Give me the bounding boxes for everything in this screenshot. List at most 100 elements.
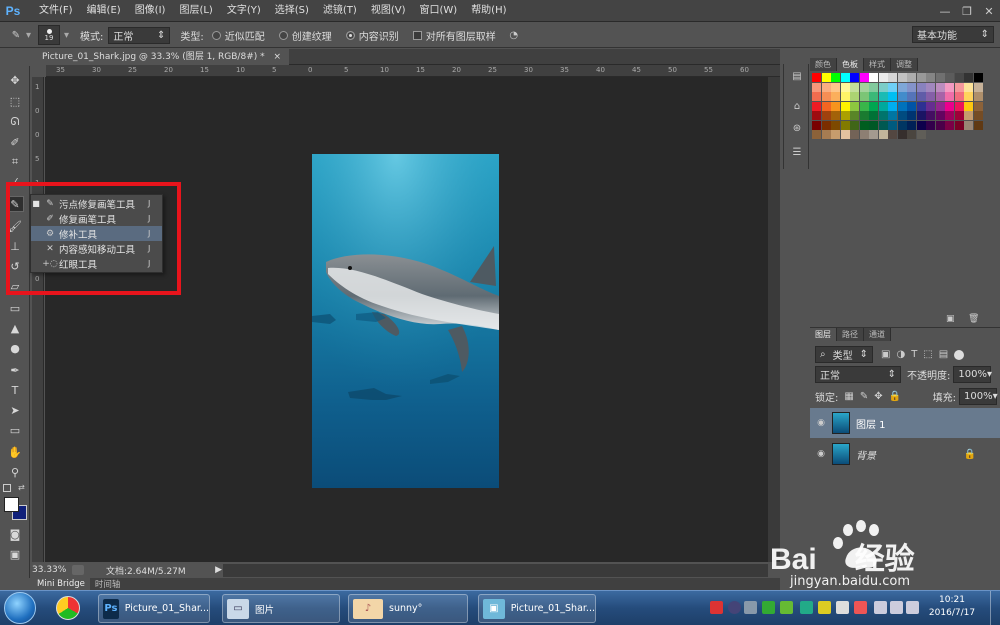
lasso-tool-icon[interactable]: ᘏ [6, 114, 24, 130]
color-swatch[interactable] [964, 92, 973, 101]
color-swatch[interactable] [878, 101, 888, 111]
color-swatch[interactable] [869, 92, 878, 101]
shape-tool-icon[interactable]: ▭ [6, 422, 24, 438]
color-swatch[interactable] [821, 73, 831, 82]
color-swatch[interactable] [850, 111, 859, 120]
color-swatch[interactable] [812, 92, 821, 101]
color-swatch[interactable] [973, 101, 983, 111]
menu-help[interactable]: 帮助(H) [464, 0, 513, 22]
radio-proximity-match[interactable] [211, 30, 221, 40]
delete-swatch-icon[interactable]: 🗑 [968, 314, 979, 324]
menu-filter[interactable]: 滤镜(T) [316, 0, 364, 22]
workspace-select[interactable]: 基本功能 ⇕ [912, 26, 994, 43]
lock-image-icon[interactable]: ✎ [860, 391, 868, 402]
zoom-level[interactable]: 33.33% [32, 565, 72, 575]
color-swatch[interactable] [945, 73, 954, 82]
dodge-tool-icon[interactable]: ● [6, 340, 24, 356]
color-swatch[interactable] [926, 73, 935, 82]
lock-transparent-icon[interactable]: ▦ [844, 391, 853, 402]
color-swatch[interactable] [888, 120, 897, 130]
quick-select-tool-icon[interactable]: ✐ [6, 134, 24, 150]
ps-logo[interactable]: Ps [0, 0, 26, 22]
color-swatch[interactable] [954, 92, 964, 101]
color-swatch[interactable] [840, 82, 850, 92]
color-swatch[interactable] [926, 101, 935, 111]
color-swatch[interactable] [916, 120, 926, 130]
layer-row-background[interactable]: ◉ 背景 🔒 [810, 439, 1000, 469]
task-folder[interactable]: ▭ 图片 [222, 594, 340, 623]
brush-panel-icon[interactable]: ⌂ [788, 98, 806, 114]
close-icon[interactable]: ✕ [978, 0, 1000, 22]
color-swatch[interactable] [831, 111, 840, 120]
color-swatch[interactable] [907, 130, 916, 139]
color-swatch[interactable] [869, 101, 878, 111]
color-swatch[interactable] [831, 101, 840, 111]
color-swatch[interactable] [973, 73, 983, 82]
filter-shape-icon[interactable]: ⬚ [923, 349, 932, 360]
tool-preset-icon[interactable]: ✎ [6, 26, 26, 44]
color-swatch[interactable] [954, 111, 964, 120]
filter-type-icon[interactable]: T [911, 349, 917, 360]
task-image-viewer[interactable]: ▣ Picture_01_Shar... [478, 594, 596, 623]
menu-edit[interactable]: 编辑(E) [80, 0, 128, 22]
radio-create-texture[interactable] [278, 30, 288, 40]
color-swatch[interactable] [964, 120, 973, 130]
color-swatch[interactable] [935, 82, 945, 92]
color-swatch[interactable] [812, 111, 821, 120]
move-tool-icon[interactable]: ✥ [6, 72, 24, 88]
color-swatch[interactable] [850, 130, 859, 139]
visibility-eye-icon[interactable]: ◉ [810, 449, 832, 459]
color-swatch[interactable] [897, 111, 907, 120]
filter-adjustment-icon[interactable]: ◑ [896, 349, 905, 360]
color-swatch[interactable] [888, 82, 897, 92]
color-swatch[interactable] [821, 92, 831, 101]
color-swatch[interactable] [812, 82, 821, 92]
color-swatch[interactable] [897, 101, 907, 111]
vertical-scrollbar[interactable] [768, 77, 780, 562]
color-swatch[interactable] [821, 111, 831, 120]
color-swatch[interactable] [859, 111, 869, 120]
tray-sogou-icon[interactable] [710, 601, 723, 614]
color-swatch[interactable] [907, 73, 916, 82]
color-swatch[interactable] [916, 101, 926, 111]
menu-image[interactable]: 图像(I) [128, 0, 173, 22]
menu-select[interactable]: 选择(S) [268, 0, 316, 22]
pen-tool-icon[interactable]: ✒ [6, 362, 24, 378]
pressure-size-icon[interactable]: ◔ [504, 26, 524, 44]
tab-swatches[interactable]: 色板 [837, 58, 864, 71]
tab-layers[interactable]: 图层 [810, 328, 837, 341]
color-swatch[interactable] [831, 130, 840, 139]
color-swatch[interactable] [840, 130, 850, 139]
task-chat[interactable]: ♪ sunny° [348, 594, 468, 623]
color-swatch[interactable] [840, 73, 850, 82]
menu-type[interactable]: 文字(Y) [220, 0, 268, 22]
color-swatch[interactable] [840, 101, 850, 111]
path-select-tool-icon[interactable]: ➤ [6, 402, 24, 418]
color-swatch[interactable] [821, 120, 831, 130]
color-swatch[interactable] [859, 130, 869, 139]
color-swatch[interactable] [926, 111, 935, 120]
menu-layer[interactable]: 图层(L) [172, 0, 219, 22]
color-swatch[interactable] [878, 73, 888, 82]
brush-size-picker[interactable]: 19 [38, 25, 60, 45]
status-menu-arrow-icon[interactable]: ▶ [215, 565, 222, 575]
color-swatch[interactable] [945, 82, 954, 92]
color-swatch[interactable] [926, 82, 935, 92]
color-swatch[interactable] [821, 130, 831, 139]
gradient-tool-icon[interactable]: ▭ [6, 300, 24, 316]
color-swatch[interactable] [859, 92, 869, 101]
color-swatch[interactable] [945, 92, 954, 101]
close-tab-icon[interactable]: × [273, 52, 281, 62]
lock-all-icon[interactable]: 🔒 [889, 391, 901, 402]
color-swatch[interactable] [954, 82, 964, 92]
show-desktop-button[interactable] [990, 591, 1000, 625]
color-swatch[interactable] [907, 111, 916, 120]
menu-window[interactable]: 窗口(W) [412, 0, 464, 22]
filter-toggle-icon[interactable] [954, 349, 965, 360]
color-swatch[interactable] [821, 82, 831, 92]
tab-paths[interactable]: 路径 [837, 328, 864, 341]
color-swatch[interactable] [878, 82, 888, 92]
taskbar-clock[interactable]: 10:21 2016/7/17 [922, 594, 982, 620]
color-swatch[interactable] [850, 101, 859, 111]
tray-battery-icon[interactable] [874, 601, 887, 614]
